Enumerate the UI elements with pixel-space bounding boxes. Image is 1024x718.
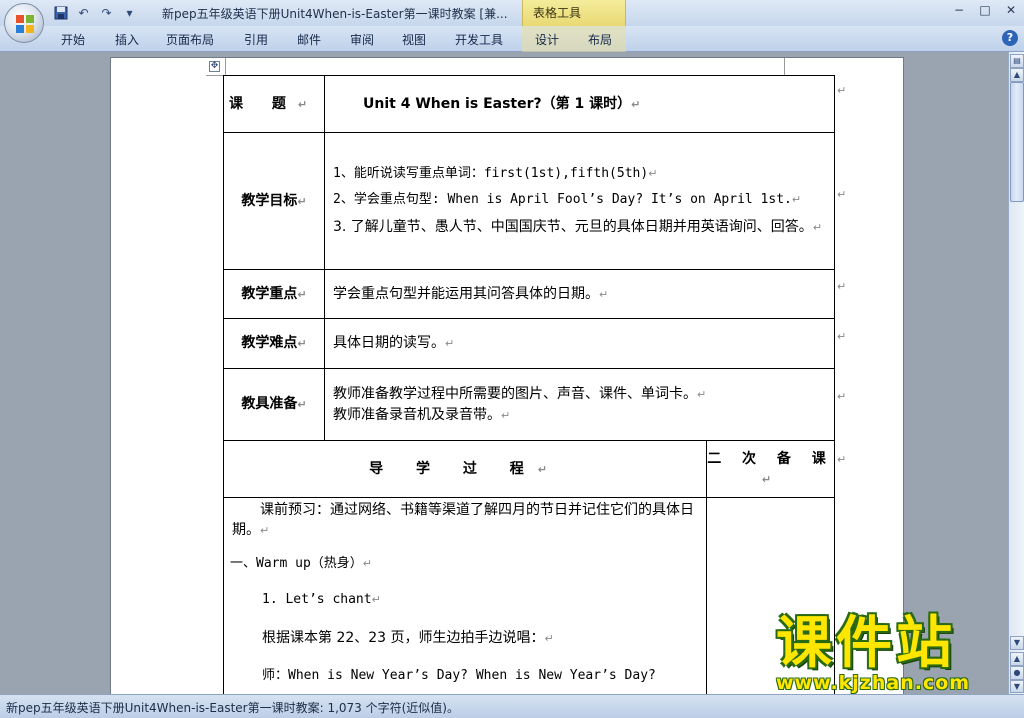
goal-item: 3. 了解儿童节、愚人节、中国国庆节、元旦的具体日期并用英语询问、回答。↵ [333,218,823,235]
vertical-scrollbar[interactable]: ▤ ▲ ▼ ▲ ● ▼ [1008,52,1024,694]
process-paragraph: 1. Let’s chant↵ [262,592,381,608]
save-icon[interactable] [52,5,69,22]
row-end-mark: ↵ [837,390,847,403]
help-icon[interactable]: ? [1002,30,1018,46]
document-workspace: ✥ 课 题↵ Unit 4 When is Easter?（第 1 课时）↵ 教… [0,52,1008,694]
goal-item: 1、能听说读写重点单词：first(1st),fifth(5th)↵ [333,166,658,181]
key-points-value: 学会重点句型并能运用其问答具体的日期。↵ [324,269,835,319]
table-row: 课 题↵ Unit 4 When is Easter?（第 1 课时）↵ [223,75,835,133]
table-row: 教学难点↵ 具体日期的读写。↵ [223,318,835,369]
tab-layout[interactable]: 布局 [588,31,612,48]
table-row: 教学重点↵ 学会重点句型并能运用其问答具体的日期。↵ [223,269,835,319]
table-row: 教学目标↵ 1、能听说读写重点单词：first(1st),fifth(5th)↵… [223,132,835,270]
tab-review[interactable]: 审阅 [350,31,374,48]
teaching-tools-value: 教师准备教学过程中所需要的图片、声音、课件、单词卡。↵ 教师准备录音机及录音带。… [324,368,835,441]
title-bar: ↶ ↷ ▾ 新pep五年级英语下册Unit4When-is-Easter第一课时… [0,0,1024,26]
table-row: 课前预习：通过网络、书籍等渠道了解四月的节日并记住它们的具体日期。↵ 一、War… [223,497,835,694]
customize-qat-icon[interactable]: ▾ [121,5,138,22]
ruler-toggle-icon[interactable]: ▤ [1010,54,1024,68]
row-end-mark: ↵ [837,330,847,343]
tab-page-layout[interactable]: 页面布局 [166,31,214,48]
scroll-up-icon[interactable]: ▲ [1010,68,1024,82]
table-tools-label: 表格工具 [533,6,582,20]
teaching-tools-label: 教具准备↵ [223,368,325,441]
process-paragraph: 师：When is New Year’s Day? When is New Ye… [262,667,656,683]
quick-access-toolbar: ↶ ↷ ▾ [52,4,138,22]
office-logo-icon [16,15,34,33]
lesson-plan-table[interactable]: 课 题↵ Unit 4 When is Easter?（第 1 课时）↵ 教学目… [223,75,835,694]
difficult-points-label: 教学难点↵ [223,318,325,369]
row-end-mark: ↵ [837,188,847,201]
topic-value: Unit 4 When is Easter?（第 1 课时）↵ [324,75,835,133]
watermark-url: www.kjzhan.com [776,672,971,694]
minimize-button[interactable]: − [950,2,968,18]
row-end-mark: ↵ [837,280,847,293]
window-title: 新pep五年级英语下册Unit4When-is-Easter第一课时教案 [兼.… [162,7,508,21]
topic-label: 课 题↵ [223,75,325,133]
row-end-mark: ↵ [837,453,847,466]
watermark-logo-text: 课件站 [776,611,956,676]
goals-label: 教学目标↵ [223,132,325,270]
prev-page-icon[interactable]: ▲ [1010,652,1024,666]
second-prep-header: 二 次 备 课↵ [706,440,835,498]
table-row: 导 学 过 程↵ 二 次 备 课↵ [223,440,835,498]
difficult-points-value: 具体日期的读写。↵ [324,318,835,369]
redo-icon[interactable]: ↷ [98,5,115,22]
tab-design[interactable]: 设计 [535,31,559,48]
maximize-button[interactable]: □ [976,2,994,18]
tab-view[interactable]: 视图 [402,31,426,48]
close-button[interactable]: ✕ [1002,2,1020,18]
tab-mailings[interactable]: 邮件 [297,31,321,48]
process-paragraph: 课前预习：通过网络、书籍等渠道了解四月的节日并记住它们的具体日期。↵ [232,502,694,539]
table-tools-context-group: 表格工具 [522,0,626,26]
tab-references[interactable]: 引用 [244,31,268,48]
scroll-thumb[interactable] [1010,82,1024,202]
watermark: 课件站 www.kjzhan.com [776,611,1008,695]
undo-icon[interactable]: ↶ [75,5,92,22]
ribbon-tab-bar: 开始 插入 页面布局 引用 邮件 审阅 视图 开发工具 设计 布局 ? [0,26,1024,52]
process-paragraph: 根据课本第 22、23 页，师生边拍手边说唱：↵ [262,630,554,647]
office-button[interactable] [4,3,44,43]
process-cell: 课前预习：通过网络、书籍等渠道了解四月的节日并记住它们的具体日期。↵ 一、War… [223,497,707,694]
process-header: 导 学 过 程↵ [223,440,707,498]
browse-object-icon[interactable]: ● [1010,666,1024,680]
tab-developer[interactable]: 开发工具 [455,31,503,48]
tab-insert[interactable]: 插入 [115,31,139,48]
status-text: 新pep五年级英语下册Unit4When-is-Easter第一课时教案: 1,… [6,701,459,715]
goals-cell: 1、能听说读写重点单词：first(1st),fifth(5th)↵ 2、学会重… [324,132,835,270]
window-controls: − □ ✕ [950,2,1020,18]
margin-corner-right [784,58,810,76]
next-page-icon[interactable]: ▼ [1010,680,1024,693]
table-move-handle-icon[interactable]: ✥ [209,61,220,72]
tool-item: 教师准备教学过程中所需要的图片、声音、课件、单词卡。↵ [333,386,707,403]
status-bar: 新pep五年级英语下册Unit4When-is-Easter第一课时教案: 1,… [0,694,1024,718]
document-page[interactable]: ✥ 课 题↵ Unit 4 When is Easter?（第 1 课时）↵ 教… [110,57,904,694]
row-end-mark: ↵ [837,84,847,97]
table-row: 教具准备↵ 教师准备教学过程中所需要的图片、声音、课件、单词卡。↵ 教师准备录音… [223,368,835,441]
tab-home[interactable]: 开始 [61,31,85,48]
tool-item: 教师准备录音机及录音带。↵ [333,406,511,423]
key-points-label: 教学重点↵ [223,269,325,319]
goal-item: 2、学会重点句型: When is April Fool’s Day? It’s… [333,191,802,207]
scroll-down-icon[interactable]: ▼ [1010,636,1024,650]
process-paragraph: 一、Warm up（热身）↵ [230,555,373,571]
